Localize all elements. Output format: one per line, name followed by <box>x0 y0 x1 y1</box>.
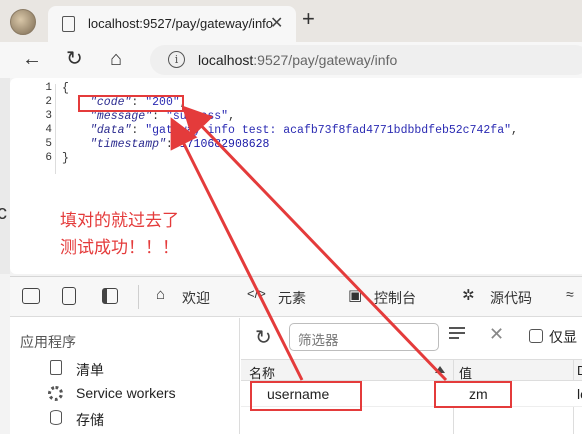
annotation-arrows <box>170 105 448 382</box>
browser-window: localhost:9527/pay/gateway/info ✕ + ← ↻ … <box>0 0 582 434</box>
arrow-from-value <box>181 105 448 382</box>
